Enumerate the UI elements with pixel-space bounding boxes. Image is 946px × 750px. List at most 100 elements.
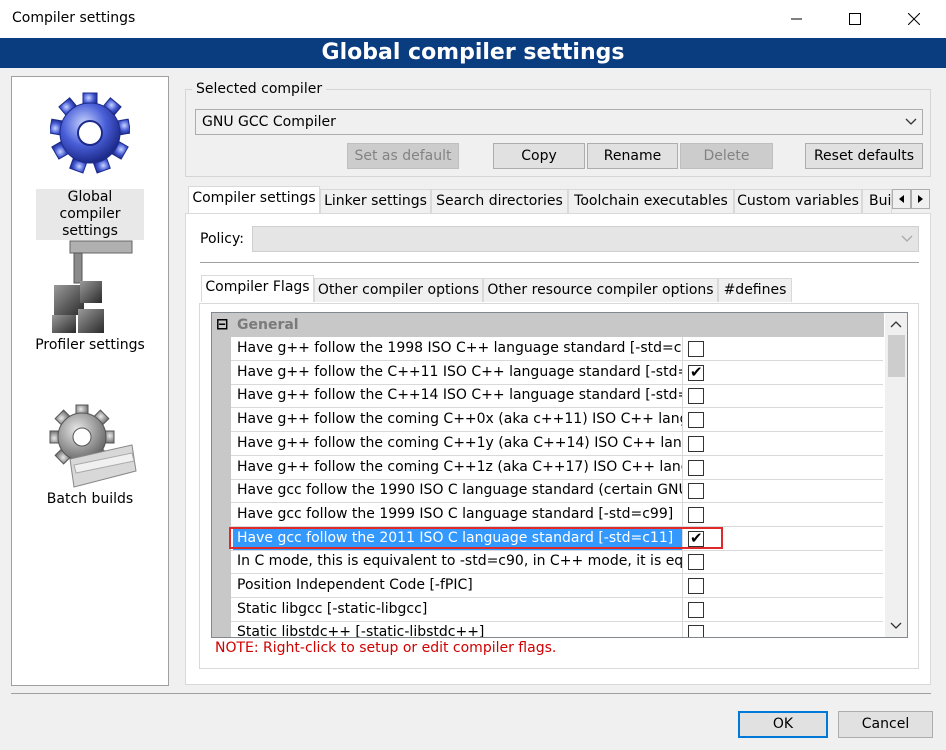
compiler-select[interactable]: GNU GCC Compiler: [195, 109, 923, 135]
flags-note: NOTE: Right-click to setup or edit compi…: [215, 640, 557, 656]
flag-label[interactable]: Have g++ follow the coming C++1y (aka C+…: [233, 431, 683, 455]
flag-row[interactable]: Position Independent Code [-fPIC]: [212, 574, 883, 598]
flag-label[interactable]: Position Independent Code [-fPIC]: [233, 574, 683, 597]
delete-button[interactable]: Delete: [680, 143, 773, 169]
flag-row[interactable]: Have gcc follow the 1990 ISO C language …: [212, 479, 883, 504]
tab-linker-settings[interactable]: Linker settings: [320, 189, 431, 213]
category-row-general[interactable]: ⊟ General: [212, 313, 884, 337]
flag-label[interactable]: Have g++ follow the 1998 ISO C++ languag…: [233, 337, 683, 360]
reset-defaults-button[interactable]: Reset defaults: [805, 143, 923, 169]
flag-value-cell: [683, 456, 883, 479]
flag-row[interactable]: Have g++ follow the coming C++1y (aka C+…: [212, 431, 883, 456]
flag-row[interactable]: Have g++ follow the coming C++1z (aka C+…: [212, 455, 883, 480]
flag-label[interactable]: Have g++ follow the C++11 ISO C++ langua…: [233, 360, 683, 384]
maximize-icon: [849, 13, 861, 25]
tab-scroll-left-button[interactable]: [892, 189, 911, 209]
flag-checkbox[interactable]: [688, 578, 704, 594]
flag-label[interactable]: Have g++ follow the C++14 ISO C++ langua…: [233, 384, 683, 408]
flag-checkbox[interactable]: [688, 601, 704, 618]
settings-nav: Global compiler settings Profiler setting…: [11, 76, 169, 686]
scrollbar-thumb[interactable]: [888, 335, 905, 377]
flag-value-cell: [683, 503, 883, 526]
tab-toolchain-executables[interactable]: Toolchain executables: [568, 189, 734, 213]
main-tabs: Compiler settings Linker settings Search…: [185, 186, 931, 216]
cancel-button[interactable]: Cancel: [838, 711, 933, 738]
tab-search-directories[interactable]: Search directories: [431, 189, 568, 213]
row-gutter: [212, 479, 231, 504]
flag-checkbox[interactable]: [688, 412, 704, 429]
flag-checkbox[interactable]: [688, 483, 704, 500]
row-gutter: [212, 455, 231, 480]
ok-button[interactable]: OK: [738, 711, 828, 738]
row-gutter: [212, 360, 231, 385]
row-gutter: [212, 408, 231, 433]
flag-row[interactable]: Have g++ follow the C++11 ISO C++ langua…: [212, 360, 883, 385]
flag-label[interactable]: Static libgcc [-static-libgcc]: [233, 597, 683, 621]
row-gutter: [212, 574, 231, 598]
rename-button[interactable]: Rename: [587, 143, 678, 169]
row-gutter: [212, 597, 231, 622]
flag-row[interactable]: Have g++ follow the C++14 ISO C++ langua…: [212, 384, 883, 409]
tab-scroll-right-button[interactable]: [911, 189, 930, 209]
flag-checkbox[interactable]: ✔: [688, 363, 704, 381]
flags-scrollbar[interactable]: [885, 313, 907, 637]
flag-row[interactable]: In C mode, this is equivalent to -std=c9…: [212, 550, 883, 575]
maximize-button[interactable]: [832, 0, 878, 38]
flag-value-cell: [683, 598, 883, 621]
flag-value-cell: [683, 574, 883, 597]
flag-value-cell: [683, 337, 883, 360]
row-gutter: [212, 431, 231, 456]
tab-build-options[interactable]: Bui: [862, 189, 892, 213]
copy-button[interactable]: Copy: [493, 143, 585, 169]
nav-item-batch-builds[interactable]: Batch builds: [12, 401, 168, 508]
tab-compiler-flags[interactable]: Compiler Flags: [201, 275, 314, 302]
tab-other-resource-compiler-options[interactable]: Other resource compiler options: [483, 278, 718, 302]
flag-label[interactable]: Static libstdc++ [-static-libstdc++]: [233, 621, 683, 637]
compiler-flags-grid: ⊟ General Have g++ follow the 1998 ISO C…: [211, 312, 908, 638]
row-gutter: [212, 621, 231, 637]
flag-label[interactable]: Have gcc follow the 1999 ISO C language …: [233, 502, 683, 526]
flag-label[interactable]: Have gcc follow the 1990 ISO C language …: [233, 479, 683, 503]
policy-label: Policy:: [200, 231, 244, 247]
nav-label: Global compiler settings: [36, 189, 144, 240]
selected-compiler-label: Selected compiler: [192, 81, 327, 97]
flag-value-cell: ✔: [683, 361, 883, 384]
row-gutter: [212, 502, 231, 527]
close-button[interactable]: [891, 0, 937, 38]
nav-item-profiler-settings[interactable]: Profiler settings: [12, 237, 168, 354]
tab-compiler-settings[interactable]: Compiler settings: [188, 186, 320, 213]
flag-label[interactable]: Have g++ follow the coming C++0x (aka c+…: [233, 408, 683, 432]
gear-icon: [50, 92, 130, 174]
flag-label[interactable]: Have g++ follow the coming C++1z (aka C+…: [233, 455, 683, 479]
flag-row[interactable]: Have g++ follow the coming C++0x (aka c+…: [212, 408, 883, 433]
flag-row[interactable]: Static libstdc++ [-static-libstdc++]: [212, 621, 883, 637]
flag-value-cell: [683, 384, 883, 407]
chevron-up-icon: [890, 321, 902, 328]
tab-other-compiler-options[interactable]: Other compiler options: [314, 278, 483, 302]
flag-checkbox[interactable]: [688, 625, 704, 637]
flag-checkbox[interactable]: [688, 554, 704, 571]
set-as-default-button[interactable]: Set as default: [347, 143, 459, 169]
flag-checkbox[interactable]: [688, 388, 704, 405]
flag-tabs: Compiler Flags Other compiler options Ot…: [199, 275, 919, 304]
flag-checkbox[interactable]: [688, 506, 704, 523]
flag-checkbox[interactable]: [688, 435, 704, 452]
collapse-icon[interactable]: ⊟: [216, 315, 229, 333]
nav-label: Profiler settings: [35, 337, 145, 353]
chevron-down-icon: [890, 622, 902, 629]
flag-checkbox[interactable]: [688, 341, 704, 357]
flag-row[interactable]: Have g++ follow the 1998 ISO C++ languag…: [212, 337, 883, 361]
nav-item-global-compiler-settings[interactable]: Global compiler settings: [12, 85, 168, 240]
flag-row[interactable]: Static libgcc [-static-libgcc]: [212, 597, 883, 622]
flag-label[interactable]: In C mode, this is equivalent to -std=c9…: [233, 550, 683, 574]
page-banner: Global compiler settings: [0, 38, 946, 68]
flag-value-cell: [683, 479, 883, 502]
flag-row[interactable]: Have gcc follow the 1999 ISO C language …: [212, 502, 883, 527]
flag-value-cell: [683, 408, 883, 431]
tab-custom-variables[interactable]: Custom variables: [734, 189, 862, 213]
flag-value-cell: [683, 550, 883, 573]
tab-defines[interactable]: #defines: [718, 278, 792, 302]
flag-checkbox[interactable]: [688, 459, 704, 476]
minimize-button[interactable]: [774, 0, 820, 38]
policy-select[interactable]: [252, 226, 919, 252]
